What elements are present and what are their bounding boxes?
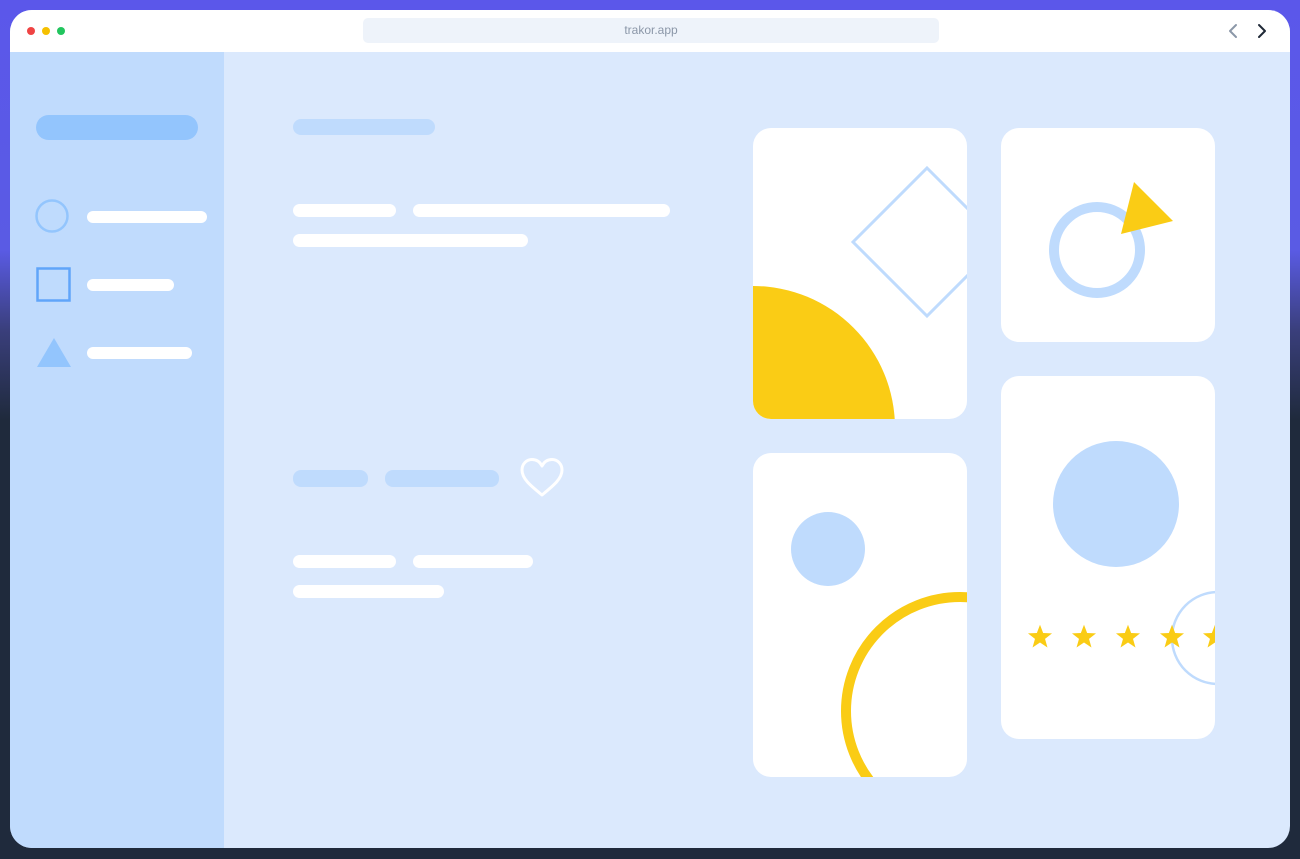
- sidebar-item-label: [87, 279, 174, 291]
- circle-icon: [35, 199, 69, 233]
- tag-placeholder: [293, 470, 368, 487]
- card-diamond[interactable]: [753, 128, 967, 419]
- sidebar-header-placeholder: [36, 115, 198, 140]
- close-dot[interactable]: [27, 27, 35, 35]
- card-illustration: [1049, 182, 1173, 298]
- card-illustration: [753, 165, 967, 419]
- minimize-dot[interactable]: [42, 27, 50, 35]
- card-ring[interactable]: [1001, 128, 1215, 342]
- sidebar-item-label: [87, 347, 192, 359]
- browser-window: trakor.app: [10, 10, 1290, 848]
- card-illustration: [791, 512, 967, 777]
- text-line-placeholder: [293, 204, 396, 217]
- maximize-dot[interactable]: [57, 27, 65, 35]
- address-bar[interactable]: trakor.app: [363, 18, 939, 43]
- heart-icon[interactable]: [519, 457, 565, 499]
- browser-toolbar: trakor.app: [10, 10, 1290, 52]
- yellow-quarter-circle: [753, 286, 895, 419]
- star-icon: [1027, 624, 1053, 648]
- text-line-placeholder: [293, 555, 396, 568]
- blue-circle: [1053, 441, 1179, 567]
- blue-circle: [791, 512, 865, 586]
- triangle-icon: [37, 338, 71, 367]
- tag-placeholder: [385, 470, 499, 487]
- card-illustration: [1053, 441, 1215, 686]
- yellow-ring: [841, 592, 967, 777]
- star-icon: [1159, 624, 1185, 648]
- back-button[interactable]: [1221, 18, 1245, 44]
- text-line-placeholder: [293, 585, 444, 598]
- card-circles[interactable]: [753, 453, 967, 777]
- chevron-left-icon: [1229, 24, 1237, 38]
- forward-button[interactable]: [1250, 18, 1274, 44]
- square-icon: [36, 267, 71, 302]
- diamond-outline: [850, 165, 967, 319]
- star-icon: [1202, 624, 1215, 648]
- card-rating[interactable]: [1001, 376, 1215, 739]
- star-icon: [1115, 624, 1141, 648]
- text-line-placeholder: [293, 234, 528, 247]
- yellow-triangle: [1121, 182, 1173, 234]
- text-line-placeholder: [413, 204, 670, 217]
- text-line-placeholder: [413, 555, 533, 568]
- star-icon: [1071, 624, 1097, 648]
- heading-placeholder: [293, 119, 435, 135]
- sidebar-item-label: [87, 211, 207, 223]
- sidebar: [10, 52, 224, 848]
- chevron-right-icon: [1258, 24, 1266, 38]
